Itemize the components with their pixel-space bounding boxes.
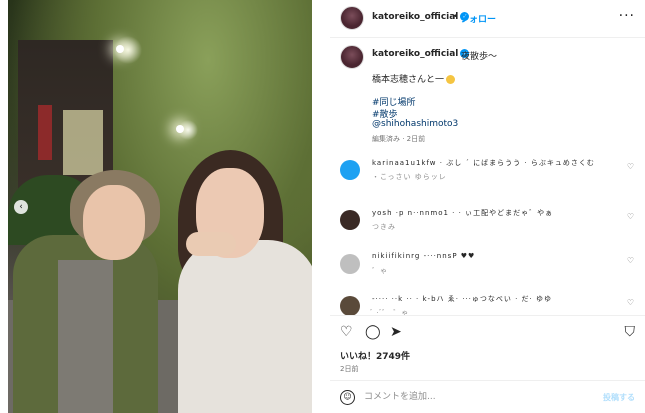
person-right-coat (178, 240, 312, 413)
comment-avatar[interactable] (340, 160, 360, 180)
comment-meta: ・こっさい ゆらッレ (372, 173, 447, 181)
comment-text: -···· ··k ·· · k-bハ ゑ· ···ゅつなべい · だ· ゆゆ (372, 295, 553, 303)
comment-text: yosh ·p n··nnmo1 · · ぃ工配やどまだゃ゛やぁ (372, 209, 554, 217)
comment-avatar[interactable] (340, 296, 360, 316)
mention-link[interactable]: @shihohashimoto3 (372, 119, 458, 129)
comment-bar: ☺ 投稿する (330, 380, 645, 413)
post-button[interactable]: 投稿する (603, 392, 635, 403)
smile-emoji-icon (446, 75, 456, 84)
caption-meta: 編集済み · 2日前 (372, 135, 426, 143)
user-avatar[interactable] (340, 6, 364, 30)
person-left-face (83, 185, 145, 260)
shop-sign (38, 105, 52, 160)
comment-meta: つきみ (372, 223, 396, 231)
post-photo[interactable]: ‹ (8, 0, 312, 413)
street-lamp (116, 45, 124, 53)
caption-avatar[interactable] (340, 45, 364, 69)
comment-item: karinaa1u1kfw · ぶし ´ にばまらうう · らぶキュめさくむ ・… (340, 156, 640, 186)
likes-count[interactable]: いいね！2749件 (340, 349, 410, 362)
emoji-icon[interactable]: ☺ (340, 390, 355, 405)
more-horizontal-icon[interactable]: ··· (619, 8, 635, 24)
street-lamp (176, 125, 184, 133)
comment-item: yosh ·p n··nnmo1 · · ぃ工配やどまだゃ゛やぁ つきみ ♡ (340, 206, 640, 236)
bookmark-icon[interactable]: ⛉ (625, 324, 636, 340)
caption-title: 夜散歩〜 (461, 52, 498, 62)
comment-item: nikiifikinrg -···nnsP ♥♥ ゛ゃ ♡ (340, 250, 640, 280)
comment-icon[interactable]: ◯ (365, 324, 381, 340)
share-icon[interactable]: ➤ (390, 324, 402, 340)
heart-icon[interactable]: ♡ (627, 162, 634, 171)
person-right-hand (186, 232, 236, 256)
action-bar: ♡ ◯ ➤ ⛉ (330, 315, 645, 345)
heart-icon[interactable]: ♡ (340, 324, 353, 340)
caption-line: 橋本志穂さんと一 (372, 72, 456, 85)
person-left-shirt (58, 260, 113, 413)
separator-dot: • (453, 12, 459, 22)
caption-username-link[interactable]: katoreiko_official ✓ (372, 49, 470, 59)
carousel-prev-button[interactable]: ‹ (14, 200, 28, 214)
comment-text: karinaa1u1kfw · ぶし ´ にばまらうう · らぶキュめさくむ (372, 159, 595, 167)
comment-input[interactable] (364, 389, 594, 405)
comment-meta: ゛ゃ (372, 267, 388, 275)
comment-avatar[interactable] (340, 210, 360, 230)
post-time: 2日前 (340, 365, 359, 373)
heart-icon[interactable]: ♡ (627, 212, 634, 221)
comment-text: nikiifikinrg -···nnsP ♥♥ (372, 252, 476, 260)
shop-window (63, 110, 103, 175)
comment-avatar[interactable] (340, 254, 360, 274)
post-header: katoreiko_official ✓ • フォロー ··· (330, 0, 645, 38)
heart-icon[interactable]: ♡ (627, 256, 634, 265)
post-panel: katoreiko_official ✓ • フォロー ··· katoreiko… (330, 0, 645, 413)
heart-icon[interactable]: ♡ (627, 298, 634, 307)
follow-button[interactable]: フォロー (460, 12, 496, 25)
